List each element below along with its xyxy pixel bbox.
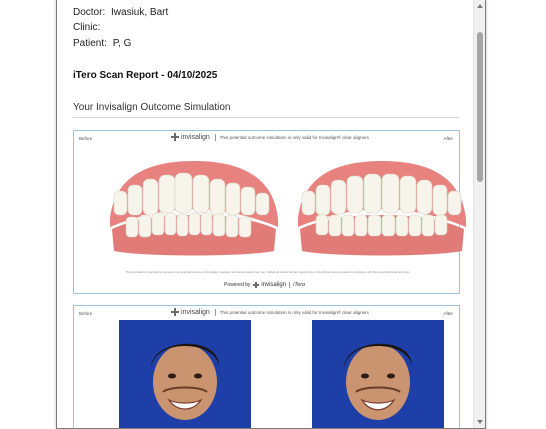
brand-separator bbox=[214, 133, 216, 141]
patient-label: Patient: bbox=[73, 38, 107, 49]
brand-name: invisalign bbox=[181, 133, 210, 141]
chevron-up-icon[interactable] bbox=[477, 4, 483, 8]
invisalign-star-icon bbox=[171, 133, 179, 141]
clinic-row: Clinic: bbox=[73, 21, 103, 35]
chevron-down-icon[interactable] bbox=[477, 420, 483, 424]
patient-value: P, G bbox=[112, 38, 132, 49]
vertical-scrollbar[interactable] bbox=[473, 0, 485, 428]
report-title: iTero Scan Report - 04/10/2025 bbox=[73, 70, 218, 81]
brand-separator bbox=[214, 308, 216, 316]
invisalign-star-icon bbox=[253, 282, 260, 288]
before-label: Before bbox=[79, 311, 93, 316]
photo-simulation-card: Before invisalign This potential outcome… bbox=[73, 305, 460, 428]
doctor-row: Doctor: Iwasiuk, Bart bbox=[73, 6, 168, 20]
footer-brand: invisalign bbox=[261, 282, 287, 288]
patient-row: Patient: P, G bbox=[73, 37, 131, 51]
powered-by-footer: Powered by invisalign iTero bbox=[224, 282, 305, 288]
teeth-before-image bbox=[110, 161, 278, 256]
footer-itero-logo: iTero bbox=[293, 282, 306, 288]
simulation-disclaimer: This simulation is intended to represent… bbox=[125, 270, 411, 274]
simulation-note: This potential outcome simulation is onl… bbox=[219, 134, 369, 140]
face-before-photo bbox=[119, 320, 251, 428]
brand-header: invisalign This potential outcome simula… bbox=[171, 308, 369, 316]
section-title: Your Invisalign Outcome Simulation bbox=[73, 102, 231, 113]
doctor-value: Iwasiuk, Bart bbox=[111, 7, 169, 18]
card-header: Before invisalign This potential outcome… bbox=[74, 131, 459, 145]
scrollbar-thumb[interactable] bbox=[477, 32, 483, 182]
teeth-after-image bbox=[298, 161, 466, 256]
after-label: After bbox=[443, 311, 453, 316]
powered-by-label: Powered by bbox=[224, 282, 251, 288]
simulation-note: This potential outcome simulation is onl… bbox=[219, 309, 369, 315]
section-divider bbox=[73, 117, 459, 118]
after-label: After bbox=[443, 136, 453, 141]
report-modal: Doctor: Iwasiuk, Bart Clinic: Patient: P… bbox=[56, 0, 486, 429]
brand-name: invisalign bbox=[181, 308, 210, 316]
footer-separator bbox=[289, 282, 291, 288]
doctor-label: Doctor: bbox=[73, 7, 106, 18]
report-content: Doctor: Iwasiuk, Bart Clinic: Patient: P… bbox=[57, 0, 473, 428]
clinic-label: Clinic: bbox=[73, 22, 101, 33]
card-header: Before invisalign This potential outcome… bbox=[74, 306, 459, 320]
brand-header: invisalign This potential outcome simula… bbox=[171, 133, 369, 141]
face-after-photo bbox=[312, 320, 444, 428]
before-label: Before bbox=[79, 136, 93, 141]
invisalign-star-icon bbox=[171, 308, 179, 316]
teeth-simulation-card: Before invisalign This potential outcome… bbox=[73, 130, 466, 294]
